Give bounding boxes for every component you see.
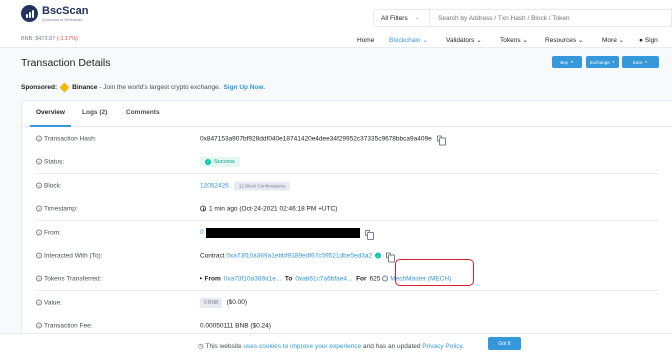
- row-status: ? Status: ✓ Success: [22, 150, 672, 173]
- row-label: From:: [44, 229, 61, 236]
- token-logo-icon: [382, 275, 389, 282]
- chevron-down-icon: ▼: [570, 60, 574, 64]
- row-label: Value:: [44, 299, 62, 306]
- chevron-down-icon: ▼: [611, 60, 616, 64]
- verified-check-icon: ✓: [375, 252, 382, 259]
- sponsor-name[interactable]: Binance: [72, 84, 97, 91]
- row-tokens-transferred: ? Tokens Transferred: ▸ From 0xa73f10a369…: [22, 267, 672, 290]
- bnb-price: BNB: $473.87 (-1.17%): [21, 36, 78, 42]
- usd-value: ($0.00): [226, 299, 248, 306]
- row-label: Tokens Transferred:: [44, 275, 102, 282]
- caret-right-icon: ▸: [200, 275, 203, 282]
- price-label: BNB:: [21, 36, 34, 42]
- cookie-icon: ◷: [198, 343, 204, 350]
- row-label: Transaction Fee:: [44, 322, 93, 329]
- confirmations-badge: 12 Block Confirmations: [233, 181, 291, 190]
- nav-item-sign-in[interactable]: ● Sign: [639, 37, 658, 44]
- page-title: Transaction Details: [21, 57, 111, 69]
- row-interacted-with: ? Interacted With (To): Contract 0xa73f10…: [22, 244, 672, 267]
- chevron-down-icon: ▼: [644, 60, 648, 64]
- help-icon[interactable]: ?: [36, 299, 42, 306]
- site-header: BscScan A product of Etherscan BNB: $473…: [0, 0, 672, 48]
- help-icon[interactable]: ?: [36, 252, 42, 259]
- logo-icon: [21, 5, 38, 22]
- check-circle-icon: ✓: [205, 158, 211, 165]
- sponsored-label: Sponsored:: [21, 84, 58, 91]
- row-label: Interacted With (To):: [44, 252, 103, 259]
- bscscan-logo[interactable]: BscScan A product of Etherscan: [21, 5, 88, 22]
- copy-icon[interactable]: [386, 252, 396, 263]
- fee-value: 0.00050111 BNB ($0.24): [200, 322, 271, 329]
- price-value: $473.87: [35, 36, 56, 42]
- contract-label: Contract: [200, 252, 225, 259]
- nav-item-blockchain[interactable]: Blockchain ⌄: [389, 36, 428, 44]
- from-address-link[interactable]: 0: [200, 229, 204, 236]
- price-change: (-1.17%): [56, 36, 78, 42]
- to-label: To: [284, 275, 293, 282]
- search-filter-dropdown[interactable]: All Filters ⌄: [373, 9, 430, 27]
- earn-button[interactable]: Earn ▼: [622, 56, 659, 68]
- row-from: ? From: 0: [22, 221, 672, 244]
- filter-label: All Filters: [381, 14, 408, 22]
- binance-icon: [59, 82, 70, 93]
- nav-item-resources[interactable]: Resources ⌄: [545, 36, 583, 44]
- logo-tagline: A product of Etherscan: [42, 16, 83, 22]
- row-block: ? Block: 12052426 12 Block Confirmations: [22, 174, 672, 197]
- help-icon[interactable]: ?: [36, 322, 42, 329]
- chevron-down-icon: ⌄: [414, 15, 419, 21]
- copy-icon[interactable]: [364, 229, 374, 240]
- help-icon[interactable]: ?: [36, 205, 42, 212]
- sponsor-text: - Join the world's largest crypto exchan…: [99, 84, 221, 91]
- help-icon[interactable]: ?: [36, 135, 42, 142]
- tab-bar: Overview Logs (2) Comments: [22, 101, 672, 127]
- nav-item-tokens[interactable]: Tokens ⌄: [500, 36, 528, 44]
- search-input[interactable]: [430, 9, 672, 27]
- transaction-card: Overview Logs (2) Comments ? Transaction …: [21, 100, 672, 360]
- sponsored-banner: Sponsored: Binance - Join the world's la…: [21, 82, 265, 93]
- help-icon[interactable]: ?: [36, 229, 42, 236]
- from-label: From: [204, 275, 221, 282]
- help-icon[interactable]: ?: [36, 158, 42, 165]
- row-label: Block:: [44, 182, 62, 189]
- got-it-button[interactable]: Got It: [488, 337, 521, 350]
- bnb-value-badge: 0 BNB: [200, 297, 223, 308]
- privacy-policy-link[interactable]: Privacy Policy.: [422, 343, 464, 350]
- logo-name: BscScan: [42, 4, 89, 17]
- help-icon[interactable]: ?: [36, 275, 42, 282]
- tab-overview[interactable]: Overview: [36, 109, 65, 116]
- for-label: For: [356, 275, 367, 282]
- token-to-link[interactable]: 0xab61c7a6bfae4...: [295, 275, 352, 282]
- row-label: Timestamp:: [44, 205, 78, 212]
- block-number-link[interactable]: 12052426: [200, 182, 229, 189]
- token-from-link[interactable]: 0xa73f10a369a1e...: [224, 275, 281, 282]
- token-amount: 625: [369, 275, 381, 282]
- buy-button[interactable]: Buy ▼: [552, 56, 582, 68]
- cookie-banner: ◷ This website uses cookies to improve y…: [0, 333, 672, 360]
- cookie-policy-link[interactable]: uses cookies to improve your experience: [243, 343, 361, 350]
- user-icon: ●: [639, 36, 643, 44]
- exchange-button[interactable]: Exchange ▼: [586, 56, 619, 68]
- nav-item-more[interactable]: More ⌄: [602, 36, 624, 44]
- row-transaction-hash: ? Transaction Hash: 0x847153a907bf928ddf0…: [22, 127, 672, 150]
- row-label: Transaction Hash:: [44, 135, 97, 142]
- nav-item-home[interactable]: Home: [357, 37, 374, 44]
- tx-hash-value: 0x847153a907bf928ddf040e18741420e4dee34f…: [200, 135, 432, 142]
- clock-icon: [200, 205, 206, 212]
- highlight-box: [395, 259, 474, 286]
- nav-item-validators[interactable]: Validators ⌄: [446, 36, 482, 44]
- cookie-text: ◷ This website uses cookies to improve y…: [198, 342, 465, 351]
- timestamp-value: 1 min ago (Oct-24-2021 02:46:18 PM +UTC): [209, 205, 338, 212]
- tab-comments[interactable]: Comments: [126, 109, 160, 116]
- contract-address-link[interactable]: 0xa73f10a369a1ebbf9189edf67c09521dbe5ed3…: [226, 252, 372, 259]
- row-value: ? Value: 0 BNB ($0.00): [22, 291, 672, 314]
- sign-up-link[interactable]: Sign Up Now.: [223, 84, 265, 91]
- status-badge: ✓ Success: [200, 156, 240, 167]
- help-icon[interactable]: ?: [36, 182, 42, 189]
- copy-icon[interactable]: [436, 135, 446, 146]
- row-label: Status:: [44, 158, 65, 165]
- tab-logs[interactable]: Logs (2): [82, 109, 107, 116]
- redacted-address: [205, 227, 360, 238]
- row-timestamp: ? Timestamp: 1 min ago (Oct-24-2021 02:46…: [22, 197, 672, 220]
